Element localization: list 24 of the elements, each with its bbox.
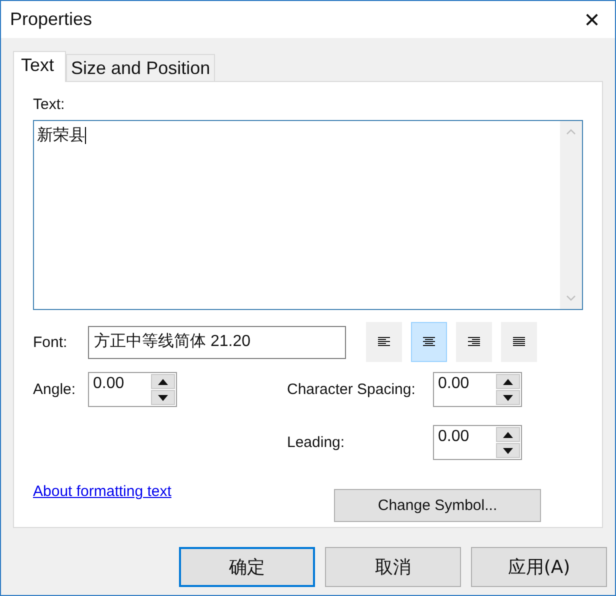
dialog-button[interactable]: 确定 — [179, 547, 315, 587]
help-link[interactable]: About formatting text — [33, 483, 172, 500]
change-symbol-button[interactable]: Change Symbol... — [334, 489, 541, 522]
field-label: Font: — [33, 334, 68, 350]
spin-field[interactable]: 0.00 — [88, 372, 177, 407]
field-label: Text: — [33, 96, 66, 113]
field-label: Character Spacing: — [287, 381, 416, 398]
align-icon — [377, 337, 391, 347]
spin-field[interactable]: 0.00 — [433, 372, 522, 407]
spin-field[interactable]: 0.00 — [433, 425, 522, 460]
close-button[interactable]: ✕ — [569, 2, 615, 38]
align-icon — [422, 337, 436, 347]
dialog-button[interactable]: 应用(A) — [471, 547, 607, 587]
align-icon — [467, 337, 481, 347]
field-label: Leading: — [287, 434, 346, 451]
alignment-button[interactable] — [411, 322, 447, 362]
text-area[interactable]: 新荣县 — [33, 120, 583, 310]
font-field[interactable]: 方正中等线简体 21.20 — [88, 326, 346, 358]
tab[interactable]: Text — [13, 51, 66, 82]
field-label: Angle: — [33, 381, 77, 398]
align-icon — [512, 337, 526, 347]
tab[interactable]: Size and Position — [66, 54, 216, 81]
dialog-button[interactable]: 取消 — [325, 547, 461, 587]
window-title: Properties — [10, 9, 92, 30]
